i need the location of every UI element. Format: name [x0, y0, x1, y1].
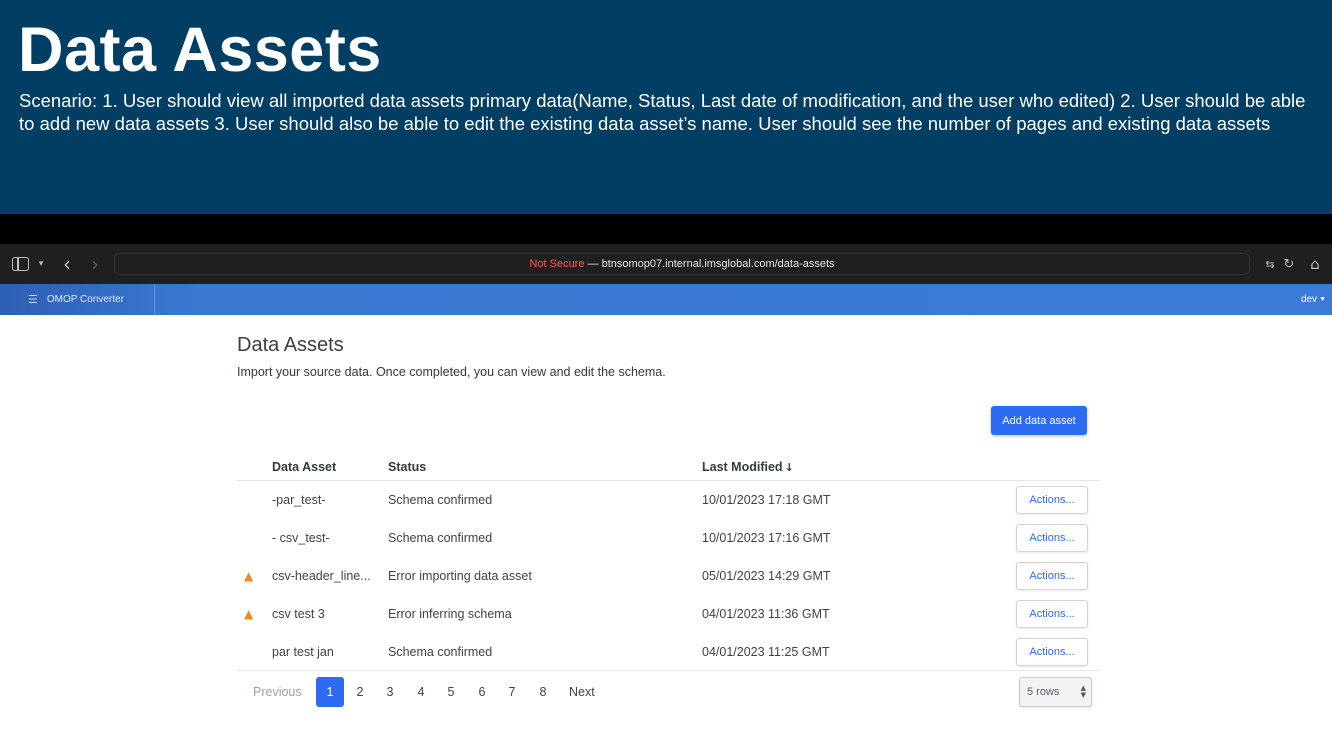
- home-icon[interactable]: ⌂: [1306, 255, 1324, 273]
- column-header-data-asset[interactable]: Data Asset: [272, 460, 336, 474]
- rows-per-page-value: 5 rows: [1027, 686, 1060, 698]
- slide-banner: Data Assets Scenario: 1. User should vie…: [0, 0, 1332, 214]
- warning-icon: ▲: [244, 607, 254, 621]
- data-asset-name: -par_test-: [272, 493, 326, 507]
- page-title: Data Assets: [237, 334, 344, 356]
- column-header-last-modified[interactable]: Last Modified ↓: [702, 460, 794, 474]
- app-navbar: ☰ OMOP Converter dev ▼: [0, 284, 1332, 315]
- next-page-button[interactable]: Next: [569, 677, 595, 707]
- data-asset-name: csv-header_line...: [272, 569, 371, 583]
- translate-icon[interactable]: ⇆: [1262, 255, 1278, 273]
- banner-divider: [0, 214, 1332, 244]
- pagination: Previous 1 2 3 4 5 6 7 8 Next 5 rows ▲ ▼: [237, 677, 1097, 707]
- page-button-3[interactable]: 3: [376, 677, 404, 707]
- data-asset-name: par test jan: [272, 645, 334, 659]
- data-asset-modified: 04/01/2023 11:25 GMT: [702, 645, 830, 659]
- page-subtitle: Import your source data. Once completed,…: [237, 365, 666, 379]
- warning-icon: ▲: [244, 569, 254, 583]
- data-assets-table: Data Asset Status Last Modified ↓ -par_te…: [237, 452, 1100, 671]
- database-icon: ☰: [28, 294, 38, 306]
- table-header: Data Asset Status Last Modified ↓: [237, 452, 1100, 481]
- data-asset-status: Error inferring schema: [388, 607, 512, 621]
- sidebar-icon[interactable]: [12, 257, 29, 271]
- column-header-last-modified-label: Last Modified: [702, 460, 783, 474]
- browser-toolbar: ▾ ‹ › Not Secure — btnsomop07.internal.i…: [0, 244, 1332, 284]
- data-asset-modified: 10/01/2023 17:18 GMT: [702, 493, 831, 507]
- chevron-down-icon: ▼: [1319, 296, 1326, 303]
- page-button-5[interactable]: 5: [437, 677, 465, 707]
- actions-button[interactable]: Actions...: [1016, 638, 1088, 666]
- table-row: ▲ csv test 3 Error inferring schema 04/0…: [237, 595, 1100, 633]
- chevron-down-icon[interactable]: ▾: [34, 255, 48, 273]
- not-secure-label: Not Secure: [529, 258, 585, 270]
- column-header-status[interactable]: Status: [388, 460, 426, 474]
- data-asset-status: Schema confirmed: [388, 645, 493, 659]
- data-asset-name: csv test 3: [272, 607, 325, 621]
- rows-per-page-select[interactable]: 5 rows ▲ ▼: [1019, 677, 1092, 707]
- back-icon[interactable]: ‹: [58, 252, 76, 276]
- table-row: ▲ csv-header_line... Error importing dat…: [237, 557, 1100, 595]
- page-button-1[interactable]: 1: [316, 677, 344, 707]
- forward-icon[interactable]: ›: [86, 252, 104, 276]
- data-asset-status: Schema confirmed: [388, 493, 493, 507]
- actions-button[interactable]: Actions...: [1016, 562, 1088, 590]
- data-asset-status: Schema confirmed: [388, 531, 493, 545]
- data-asset-name: - csv_test-: [272, 531, 330, 545]
- table-row: par test jan Schema confirmed 04/01/2023…: [237, 633, 1100, 671]
- table-row: -par_test- Schema confirmed 10/01/2023 1…: [237, 481, 1100, 519]
- actions-button[interactable]: Actions...: [1016, 486, 1088, 514]
- select-arrows-icon: ▲ ▼: [1080, 684, 1086, 699]
- banner-title: Data Assets: [18, 15, 382, 85]
- add-data-asset-button[interactable]: Add data asset: [991, 406, 1087, 435]
- banner-description: Scenario: 1. User should view all import…: [19, 90, 1306, 134]
- page-button-7[interactable]: 7: [498, 677, 526, 707]
- data-asset-modified: 05/01/2023 14:29 GMT: [702, 569, 831, 583]
- reload-icon[interactable]: ↻: [1282, 255, 1296, 273]
- actions-button[interactable]: Actions...: [1016, 600, 1088, 628]
- data-asset-modified: 04/01/2023 11:36 GMT: [702, 607, 830, 621]
- app-brand[interactable]: ☰ OMOP Converter: [0, 284, 155, 315]
- sort-descending-icon: ↓: [784, 461, 794, 474]
- url-text: — btnsomop07.internal.imsglobal.com/data…: [584, 258, 835, 270]
- user-name: dev: [1300, 294, 1318, 305]
- page-button-6[interactable]: 6: [468, 677, 496, 707]
- data-asset-status: Error importing data asset: [388, 569, 532, 583]
- address-bar[interactable]: Not Secure — btnsomop07.internal.imsglob…: [114, 253, 1250, 275]
- page-button-2[interactable]: 2: [346, 677, 374, 707]
- app-brand-label: OMOP Converter: [46, 294, 124, 305]
- page-button-8[interactable]: 8: [529, 677, 557, 707]
- table-row: - csv_test- Schema confirmed 10/01/2023 …: [237, 519, 1100, 557]
- actions-button[interactable]: Actions...: [1016, 524, 1088, 552]
- page-button-4[interactable]: 4: [407, 677, 435, 707]
- previous-page-button[interactable]: Previous: [253, 677, 302, 707]
- data-asset-modified: 10/01/2023 17:16 GMT: [702, 531, 831, 545]
- user-menu[interactable]: dev ▼: [1301, 284, 1326, 315]
